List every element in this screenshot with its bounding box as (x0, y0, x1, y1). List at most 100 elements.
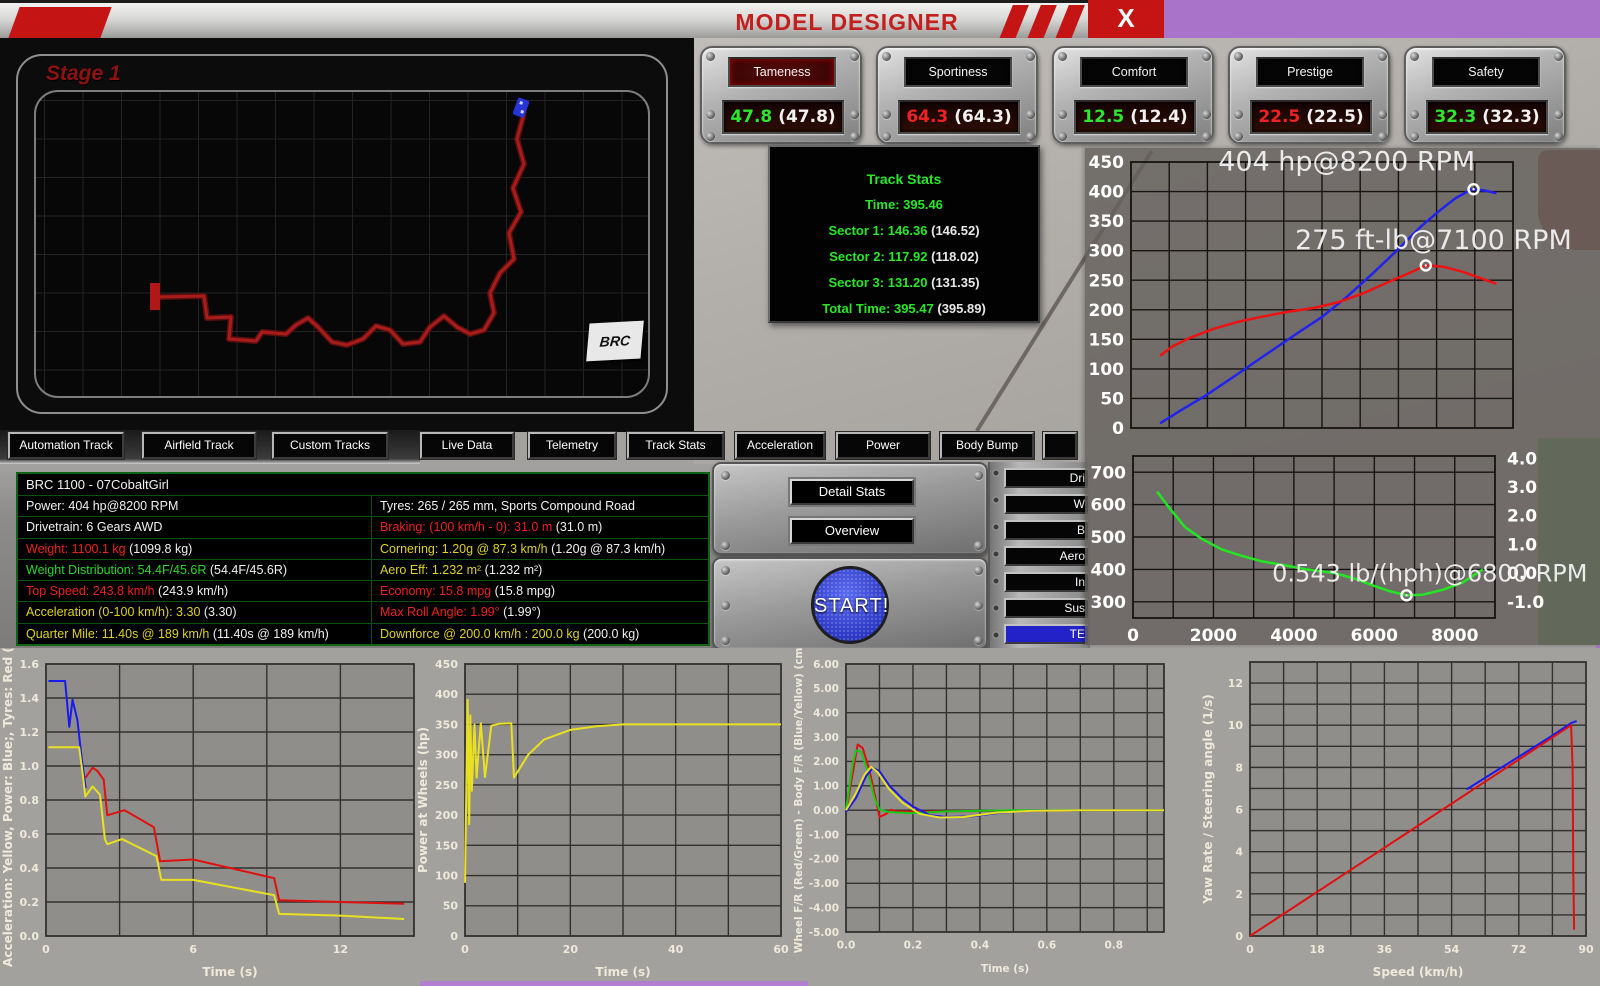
spec-cell: Max Roll Angle: 1.99° (1.99°) (372, 602, 708, 623)
tab-partial[interactable] (1043, 432, 1077, 459)
tab-acceleration[interactable]: Acceleration (735, 432, 825, 459)
screw (1058, 52, 1067, 61)
screw (1378, 110, 1387, 119)
spec-cell: Weight: 1100.1 kg (1099.8 kg) (18, 539, 371, 560)
tab-automation-track[interactable]: Automation Track (8, 432, 124, 459)
gauge-value: 47.8 (47.8) (722, 100, 844, 134)
spec-cell: Economy: 15.8 mpg (15.8 mpg) (372, 581, 708, 602)
screw (882, 52, 891, 61)
svg-text:4: 4 (1235, 846, 1243, 859)
screw (1058, 110, 1067, 119)
gauge-label[interactable]: Prestige (1256, 57, 1364, 87)
screw (1026, 110, 1035, 119)
spec-cell: Top Speed: 243.8 km/h (243.9 km/h) (18, 581, 371, 602)
svg-text:250: 250 (1089, 271, 1125, 291)
svg-text:2: 2 (1235, 888, 1243, 901)
screw (882, 110, 891, 119)
screw (1378, 132, 1387, 141)
rivet-strip (990, 464, 1002, 650)
svg-text:450: 450 (1089, 153, 1125, 173)
svg-text:350: 350 (1089, 212, 1125, 232)
screw (1202, 132, 1211, 141)
gauge-comfort: Comfort 12.5 (12.4) (1052, 46, 1214, 144)
gauge-label[interactable]: Sportiness (904, 57, 1012, 87)
design-tab-sus[interactable]: Sus (1004, 598, 1088, 618)
dyno-chart-panel: 050100150200250300350400450404 hp@8200 R… (1085, 148, 1600, 645)
design-tab-aero[interactable]: Aero (1004, 546, 1088, 566)
svg-text:275 ft-lb@7100 RPM: 275 ft-lb@7100 RPM (1295, 225, 1572, 256)
screw (706, 110, 715, 119)
spec-cell: Downforce @ 200.0 km/h : 200.0 kg (200.0… (372, 624, 708, 644)
svg-text:300: 300 (435, 749, 458, 762)
svg-text:36: 36 (1377, 943, 1393, 956)
svg-text:18: 18 (1310, 943, 1325, 956)
svg-text:500: 500 (1091, 528, 1127, 548)
svg-text:400: 400 (435, 688, 458, 701)
svg-text:20: 20 (563, 943, 579, 956)
start-marker (150, 283, 160, 310)
svg-text:54: 54 (1444, 943, 1460, 956)
svg-text:50: 50 (1100, 390, 1124, 410)
tab-track-stats[interactable]: Track Stats (627, 432, 724, 459)
tab-airfield-track[interactable]: Airfield Track (142, 432, 256, 459)
svg-text:0: 0 (450, 930, 458, 943)
svg-text:1.00: 1.00 (813, 781, 839, 793)
tab-custom-tracks[interactable]: Custom Tracks (272, 432, 388, 459)
svg-text:0.6: 0.6 (20, 828, 40, 841)
svg-text:700: 700 (1091, 463, 1127, 483)
svg-text:1.0: 1.0 (20, 760, 40, 773)
screw (1202, 110, 1211, 119)
gauge-value: 12.5 (12.4) (1074, 100, 1196, 134)
screw (1378, 52, 1387, 61)
screw (721, 566, 730, 575)
spec-cell: Tyres: 265 / 265 mm, Sports Compound Roa… (372, 496, 708, 517)
svg-text:Time (s): Time (s) (595, 965, 650, 979)
design-tab-te[interactable]: TE (1004, 624, 1088, 644)
design-tab-w[interactable]: W (1004, 494, 1088, 514)
svg-text:100: 100 (1089, 360, 1125, 380)
screw (850, 110, 859, 119)
start-button[interactable]: START! (811, 566, 889, 644)
gauge-label[interactable]: Comfort (1080, 57, 1188, 87)
brc-logo: BRC (586, 321, 644, 362)
screw (1554, 132, 1563, 141)
gauge-label[interactable]: Safety (1432, 57, 1540, 87)
track-stats-panel: Track Stats Time: 395.46 Sector 1: 146.3… (768, 145, 1040, 323)
detail-stats-button[interactable]: Detail Stats (790, 479, 914, 505)
svg-text:2.00: 2.00 (813, 756, 839, 768)
spec-cell: Weight Distribution: 54.4F/45.6R (54.4F/… (18, 560, 371, 581)
tab-body-bump[interactable]: Body Bump (940, 432, 1034, 459)
acceleration-chart: 06120.00.20.40.60.81.01.21.41.6Time (s)A… (0, 648, 420, 986)
title-stripe (999, 5, 1029, 39)
gauge-label[interactable]: Tameness (728, 57, 836, 87)
svg-text:3.00: 3.00 (813, 732, 839, 744)
screw (1234, 110, 1243, 119)
svg-text:0.8: 0.8 (1104, 940, 1123, 952)
track-stats-line: Sector 1: 146.36 (146.52) (770, 223, 1038, 238)
svg-text:3.0: 3.0 (1507, 478, 1537, 498)
svg-text:-4.00: -4.00 (809, 902, 839, 914)
tab-live-data[interactable]: Live Data (420, 432, 514, 459)
design-tab-dri[interactable]: Dri (1004, 468, 1088, 488)
design-tab-b[interactable]: B (1004, 520, 1088, 540)
title-red-decoration (8, 7, 111, 38)
design-tab-in[interactable]: In (1004, 572, 1088, 592)
svg-text:-3.00: -3.00 (809, 878, 839, 890)
spec-cell: Drivetrain: 6 Gears AWD (18, 517, 371, 538)
track-stats-line: Sector 2: 117.92 (118.02) (770, 249, 1038, 264)
svg-text:200: 200 (1089, 301, 1125, 321)
close-button[interactable]: X (1088, 0, 1164, 38)
tab-telemetry[interactable]: Telemetry (528, 432, 616, 459)
screw (850, 52, 859, 61)
gauge-value: 32.3 (32.3) (1426, 100, 1548, 134)
svg-text:200: 200 (435, 809, 458, 822)
svg-text:40: 40 (668, 943, 684, 956)
svg-text:6: 6 (189, 943, 197, 956)
track-stats-line: Sector 3: 131.20 (131.35) (770, 275, 1038, 290)
view-buttons-plate: Detail Stats Overview (712, 462, 988, 555)
track-stats-line: Total Time: 395.47 (395.89) (770, 301, 1038, 316)
screw (974, 601, 983, 610)
svg-text:-1.00: -1.00 (809, 829, 839, 841)
tab-power[interactable]: Power (836, 432, 930, 459)
overview-button[interactable]: Overview (790, 518, 914, 544)
